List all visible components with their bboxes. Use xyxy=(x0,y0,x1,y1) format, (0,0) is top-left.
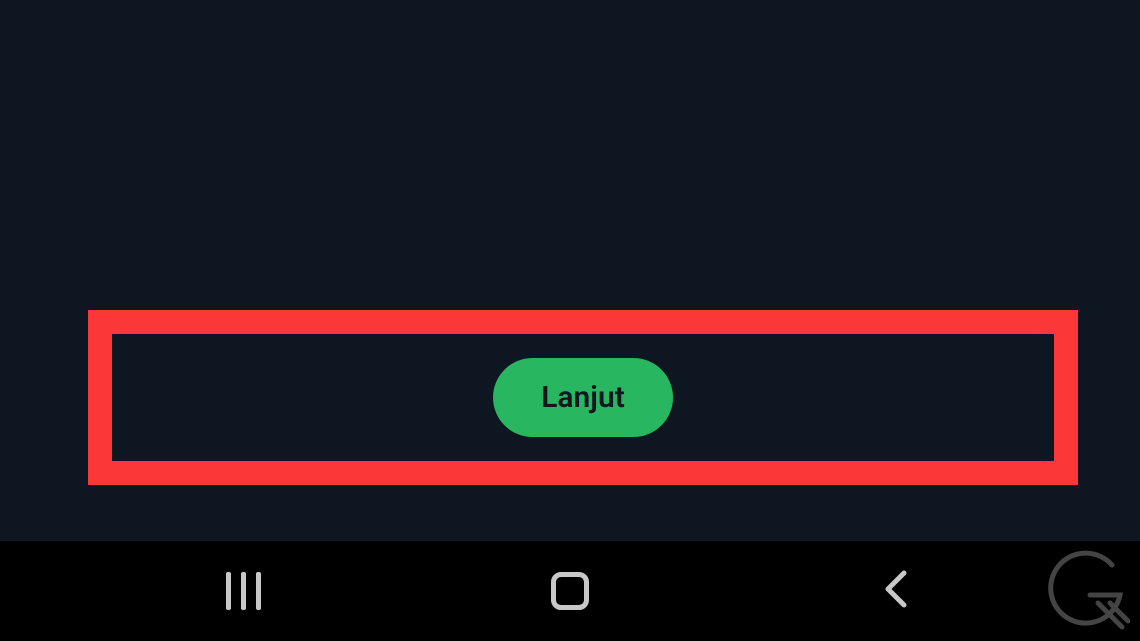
home-button[interactable] xyxy=(500,561,640,621)
system-navigation-bar xyxy=(0,541,1140,641)
continue-button-label: Lanjut xyxy=(541,380,625,415)
back-icon xyxy=(882,569,912,613)
home-icon xyxy=(551,572,589,610)
back-button[interactable] xyxy=(827,561,967,621)
recents-icon xyxy=(226,572,261,610)
recents-button[interactable] xyxy=(173,561,313,621)
continue-button[interactable]: Lanjut xyxy=(493,358,673,437)
app-content-area: Lanjut xyxy=(0,0,1140,541)
annotation-highlight-box: Lanjut xyxy=(88,310,1078,485)
